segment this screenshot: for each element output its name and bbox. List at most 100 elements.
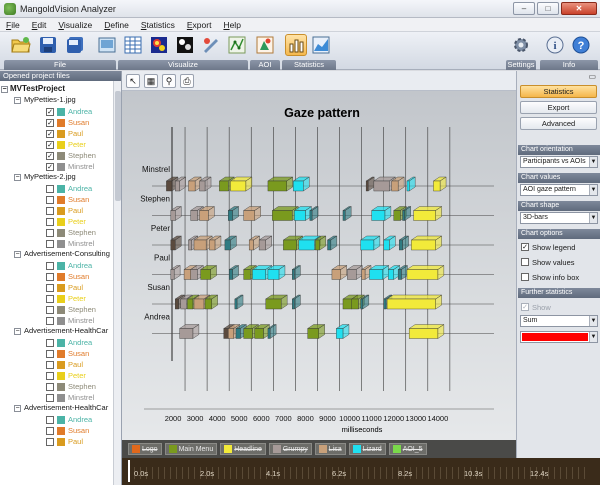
aggregate-select[interactable]: Sum ▼ [520, 315, 598, 327]
print-icon[interactable]: ⎙ [180, 73, 194, 88]
menu-visualize[interactable]: Visualize [58, 20, 92, 30]
open-folder-icon[interactable] [10, 34, 32, 56]
pointer-icon[interactable]: ↖ [126, 73, 140, 88]
menu-define[interactable]: Define [104, 20, 129, 30]
tree-participant[interactable]: Paul [0, 359, 121, 370]
tree-participant[interactable]: ✓ Andrea [0, 106, 121, 117]
checkbox-checked[interactable]: ✓ [46, 140, 54, 149]
tab-statistics[interactable]: Statistics [520, 85, 597, 98]
tree-participant[interactable]: ✓ Minstrel [0, 161, 121, 172]
tree-participant[interactable]: Minstrel [0, 238, 121, 249]
tree-participant[interactable]: Susan [0, 425, 121, 436]
tree-participant[interactable]: Andrea [0, 414, 121, 425]
screenshot-icon[interactable] [96, 34, 118, 56]
help-icon[interactable]: ? [570, 34, 592, 56]
checkbox-unchecked[interactable] [46, 349, 54, 358]
tree-file-node[interactable]: − Advertisement-HealthCar [0, 326, 121, 337]
legend-item[interactable]: Lizard [348, 443, 386, 455]
checkbox-unchecked[interactable] [46, 437, 54, 446]
tree-participant[interactable]: Minstrel [0, 392, 121, 403]
zoom-icon[interactable]: ⚲ [162, 73, 176, 88]
checkbox-unchecked[interactable] [46, 360, 54, 369]
tree-participant[interactable]: Paul [0, 205, 121, 216]
checkbox-checked[interactable]: ✓ [46, 162, 54, 171]
checkbox-checked[interactable]: ✓ [46, 118, 54, 127]
legend-item[interactable]: Lisa [314, 443, 346, 455]
tree-file-node[interactable]: − Advertisement-HealthCar [0, 403, 121, 414]
collapse-icon[interactable]: − [14, 251, 21, 258]
checkbox-unchecked[interactable] [46, 426, 54, 435]
tree-participant[interactable]: Peter [0, 293, 121, 304]
aoi-icon[interactable] [254, 34, 276, 56]
minimize-button[interactable]: – [513, 2, 535, 15]
tab-export[interactable]: Export [520, 101, 597, 114]
info-icon[interactable]: i [544, 34, 566, 56]
legend-item[interactable]: Logo [128, 443, 162, 455]
timeline-cursor[interactable] [128, 460, 130, 482]
tree-participant[interactable]: ✓ Susan [0, 117, 121, 128]
tree-participant[interactable]: Susan [0, 194, 121, 205]
gaze-replay-icon[interactable] [200, 34, 222, 56]
scanpath-icon[interactable] [226, 34, 248, 56]
tree-participant[interactable]: Minstrel [0, 315, 121, 326]
chevron-down-icon[interactable]: ▼ [589, 332, 597, 342]
checkbox-unchecked[interactable] [46, 195, 54, 204]
chart-orientation-select[interactable]: Participants vs AOIs ▼ [520, 156, 598, 168]
timeline-scrubber[interactable]: 0.0s 2.0s 4.1s 6.2s 8.2s 10.3s 12.4s [122, 458, 600, 485]
panel-dock-icon[interactable]: ▭ [588, 72, 596, 81]
tree-file-node[interactable]: − Advertisement-Consulting [0, 249, 121, 260]
tree-participant[interactable]: Susan [0, 271, 121, 282]
chart-shape-select[interactable]: 3D-bars ▼ [520, 212, 598, 224]
statistics-area-icon[interactable] [310, 34, 332, 56]
project-root[interactable]: − MVTestProject [0, 84, 121, 95]
checkbox-unchecked[interactable] [46, 316, 54, 325]
tree-participant[interactable]: Peter [0, 216, 121, 227]
tree-participant[interactable]: Peter [0, 370, 121, 381]
show-values-checkbox[interactable]: Show values [521, 256, 575, 268]
statistics-bars-icon[interactable] [285, 34, 307, 56]
show-legend-checkbox[interactable]: ✓ Show legend [521, 241, 575, 253]
legend-item[interactable]: AOI_5 [388, 443, 427, 455]
close-button[interactable]: ✕ [561, 2, 597, 15]
tree-participant[interactable]: Stephen [0, 381, 121, 392]
checkbox-checked[interactable]: ✓ [46, 151, 54, 160]
settings-icon[interactable] [510, 34, 532, 56]
save-all-icon[interactable] [64, 34, 86, 56]
tree-file-node[interactable]: − MyPetties-2.jpg [0, 172, 121, 183]
checkbox-unchecked[interactable] [46, 272, 54, 281]
tree-participant[interactable]: Paul [0, 436, 121, 447]
maximize-button[interactable]: □ [537, 2, 559, 15]
scrollbar-thumb[interactable] [115, 91, 121, 201]
checkbox-unchecked[interactable] [46, 217, 54, 226]
tree-participant[interactable]: ✓ Stephen [0, 150, 121, 161]
copy-chart-icon[interactable]: ▦ [144, 73, 158, 88]
checkbox-unchecked[interactable] [46, 382, 54, 391]
checkbox-checked[interactable]: ✓ [46, 129, 54, 138]
chevron-down-icon[interactable]: ▼ [589, 157, 597, 167]
tree-participant[interactable]: Andrea [0, 183, 121, 194]
legend-item[interactable]: Grumpy [268, 443, 312, 455]
save-icon[interactable] [37, 34, 59, 56]
legend-item[interactable]: Headline [220, 443, 266, 455]
menu-statistics[interactable]: Statistics [141, 20, 175, 30]
checkbox-unchecked[interactable] [46, 415, 54, 424]
tree-file-node[interactable]: − MyPetties-1.jpg [0, 95, 121, 106]
menu-edit[interactable]: Edit [32, 20, 47, 30]
checkbox-unchecked[interactable] [46, 294, 54, 303]
checkbox-unchecked[interactable] [46, 371, 54, 380]
collapse-icon[interactable]: − [14, 174, 21, 181]
checkbox-checked[interactable]: ✓ [521, 243, 529, 251]
checkbox-unchecked[interactable] [46, 228, 54, 237]
tree-participant[interactable]: Stephen [0, 304, 121, 315]
collapse-icon[interactable]: − [14, 328, 21, 335]
left-panel-scrollbar[interactable] [113, 81, 121, 485]
menu-file[interactable]: File [6, 20, 20, 30]
checkbox-unchecked[interactable] [46, 283, 54, 292]
statistics-color-select[interactable]: ▼ [520, 331, 598, 343]
chevron-down-icon[interactable]: ▼ [589, 316, 597, 326]
heatmap-icon[interactable] [148, 34, 170, 56]
tab-advanced[interactable]: Advanced [520, 117, 597, 130]
checkbox-unchecked[interactable] [46, 206, 54, 215]
checkbox-unchecked[interactable] [46, 261, 54, 270]
checkbox-unchecked[interactable] [46, 393, 54, 402]
